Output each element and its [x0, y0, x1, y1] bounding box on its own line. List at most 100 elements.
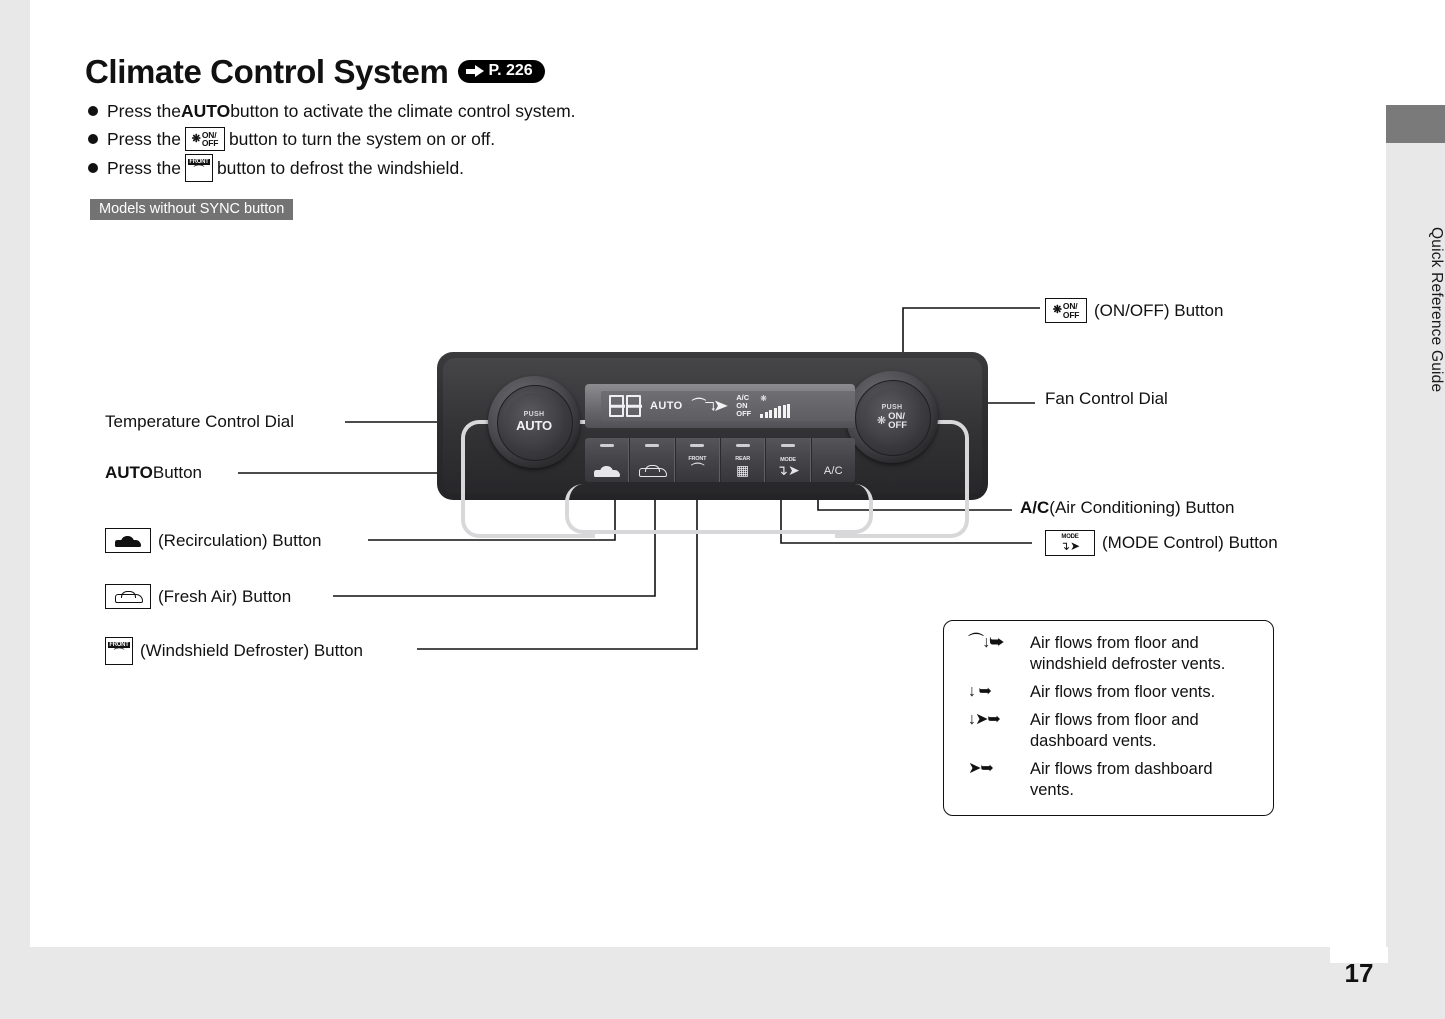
- front-defroster-glyph: FRONT ⏜: [188, 159, 210, 177]
- legend-text: Air flows from dashboard vents.: [1030, 760, 1213, 799]
- front-defroster-icon: FRONT ⏜: [105, 637, 133, 665]
- rear-defroster-icon: ▦: [736, 462, 750, 478]
- temperature-readout: [609, 395, 641, 417]
- seg-digit: [609, 395, 624, 417]
- page-number: 17: [1344, 958, 1374, 988]
- display-ac-indicator: A/C ON OFF: [736, 394, 751, 418]
- legend-row: ⏜↓➥ Air flows from floor and windshield …: [958, 633, 1259, 675]
- fan-onoff-glyph: ❋ ON/OFF: [1053, 302, 1080, 319]
- dial-face: PUSH ❋ ON/ OFF: [863, 388, 921, 446]
- fan-onoff-glyph: ❋ ON/OFF: [192, 130, 219, 148]
- mode-button[interactable]: MODE ↴➤: [765, 438, 811, 482]
- ac-label: A/C: [823, 465, 843, 477]
- callout-label: (Windshield Defroster) Button: [140, 641, 363, 660]
- dial-onoff-text: ON/ OFF: [888, 411, 908, 431]
- instruction-defrost-before: Press the: [107, 158, 181, 178]
- ac-button[interactable]: A/C: [810, 438, 855, 482]
- instruction-auto-before: Press the: [107, 101, 181, 121]
- callout-label: Fan Control Dial: [1045, 389, 1168, 408]
- mode-airflow-icon: MODE ↴➤: [1045, 530, 1095, 556]
- button-strip: FRONT ⏜ REAR ▦ MODE ↴➤ A/C: [585, 438, 855, 482]
- callout-label: Temperature Control Dial: [105, 412, 294, 431]
- fan-icon: ❋: [876, 415, 887, 427]
- page-title-text: Climate Control System: [85, 53, 449, 90]
- display-fan-group: ❋: [760, 393, 791, 418]
- indicator-led: [735, 444, 750, 447]
- defroster-waves-icon: ⏜: [193, 165, 205, 177]
- callout-label: Button: [152, 463, 203, 482]
- instruction-onoff-before: Press the: [107, 129, 181, 149]
- car-recirculation-glyph: [115, 535, 141, 547]
- instruction-auto: Press the AUTO button to activate the cl…: [88, 98, 888, 124]
- display-bezel: AUTO ⏜↴➤ A/C ON OFF ❋: [585, 384, 855, 428]
- climate-display: AUTO ⏜↴➤ A/C ON OFF ❋: [601, 391, 855, 421]
- indicator-led: [780, 444, 795, 447]
- arrow-right-icon: [466, 65, 485, 77]
- mode-airflow-icon: ↴➤: [776, 462, 800, 478]
- fan-icon: ❋: [760, 393, 767, 403]
- indicator-led: [599, 444, 614, 447]
- legend-text: Air flows from floor and dashboard vents…: [1030, 711, 1199, 750]
- bullet-dot-icon: [88, 163, 98, 173]
- fan-icon: ❋: [1052, 304, 1062, 316]
- callout-emphasis: A/C: [1020, 498, 1050, 517]
- legend-text: Air flows from floor vents.: [1030, 683, 1216, 701]
- callout-auto-button: AUTO Button: [105, 462, 202, 484]
- rear-defroster-button[interactable]: REAR ▦: [719, 438, 766, 482]
- callout-label: (ON/OFF) Button: [1094, 300, 1224, 320]
- dial-auto-label: AUTO: [516, 418, 552, 433]
- defrost-floor-airflow-icon: ⏜↓➥: [968, 634, 1004, 651]
- callout-label: (Air Conditioning) Button: [1049, 498, 1235, 517]
- instruction-onoff-after: button to turn the system on or off.: [228, 129, 496, 149]
- fan-control-dial[interactable]: PUSH ❋ ON/ OFF: [846, 371, 938, 463]
- callout-label: (Fresh Air) Button: [158, 586, 292, 606]
- car-recirculation-icon: [105, 528, 151, 553]
- callout-recirculation-button: (Recirculation) Button: [105, 528, 321, 553]
- floor-airflow-icon: ↓ ➥: [968, 683, 992, 700]
- chrome-trim-bottom: [565, 484, 873, 534]
- dial-onoff-group: ❋ ON/ OFF: [876, 411, 908, 431]
- callout-fan-control-dial: Fan Control Dial: [1045, 388, 1168, 410]
- left-gutter: [0, 0, 30, 1019]
- fan-onoff-icon: ❋ ON/OFF: [1045, 298, 1087, 323]
- legend-text: Air flows from floor and windshield defr…: [1030, 634, 1226, 673]
- indicator-led: [690, 444, 705, 447]
- defroster-waves-icon: ⏜: [113, 648, 125, 660]
- dial-off-label: OFF: [888, 420, 908, 431]
- bullet-dot-icon: [88, 134, 98, 144]
- display-auto-indicator: AUTO: [650, 400, 683, 412]
- callout-emphasis: AUTO: [105, 463, 153, 482]
- windshield-defroster-icon: ⏜: [690, 462, 705, 478]
- recirculation-button[interactable]: [585, 438, 630, 482]
- car-fresh-air-glyph: [115, 590, 143, 603]
- fresh-air-button[interactable]: [629, 438, 675, 482]
- side-tab-label: Quick Reference Guide: [1428, 227, 1445, 393]
- floor-dash-airflow-icon: ↓➤➥: [968, 711, 1001, 728]
- front-defroster-icon: FRONT ⏜: [184, 154, 213, 182]
- page-reference-label: P. 226: [488, 62, 533, 79]
- indicator-led: [644, 444, 659, 447]
- callout-label: (MODE Control) Button: [1102, 533, 1278, 552]
- car-fresh-air-icon: [638, 465, 667, 477]
- page-reference-badge[interactable]: P. 226: [458, 60, 545, 83]
- instruction-defrost-after: button to defrost the windshield.: [216, 158, 465, 178]
- instruction-auto-emphasis: AUTO: [180, 101, 231, 121]
- airflow-legend: ⏜↓➥ Air flows from floor and windshield …: [943, 620, 1274, 816]
- side-tab-marker: [1386, 105, 1445, 143]
- callout-windshield-defroster-button: FRONT ⏜ (Windshield Defroster) Button: [105, 637, 363, 665]
- mode-glyph: MODE ↴➤: [1060, 534, 1080, 552]
- mode-arrow-icon: ↴➤: [1059, 539, 1081, 553]
- temperature-control-dial[interactable]: PUSH AUTO: [488, 376, 580, 468]
- front-defroster-glyph: FRONT ⏜: [108, 642, 130, 660]
- legend-row: ↓ ➥ Air flows from floor vents.: [958, 682, 1259, 703]
- footer-band: [0, 947, 1445, 1019]
- instruction-defrost: Press the FRONT ⏜ button to defrost the …: [88, 154, 888, 182]
- legend-row: ➤➥ Air flows from dashboard vents.: [958, 759, 1259, 801]
- onoff-text: ON/OFF: [1062, 301, 1080, 320]
- display-ac-off: OFF: [736, 409, 752, 418]
- legend-row: ↓➤➥ Air flows from floor and dashboard v…: [958, 710, 1259, 752]
- instruction-onoff: Press the ❋ ON/OFF button to turn the sy…: [88, 126, 888, 152]
- fan-speed-bars: [760, 403, 791, 418]
- front-defroster-button[interactable]: FRONT ⏜: [674, 438, 720, 482]
- callout-mode-button: MODE ↴➤ (MODE Control) Button: [1045, 530, 1278, 556]
